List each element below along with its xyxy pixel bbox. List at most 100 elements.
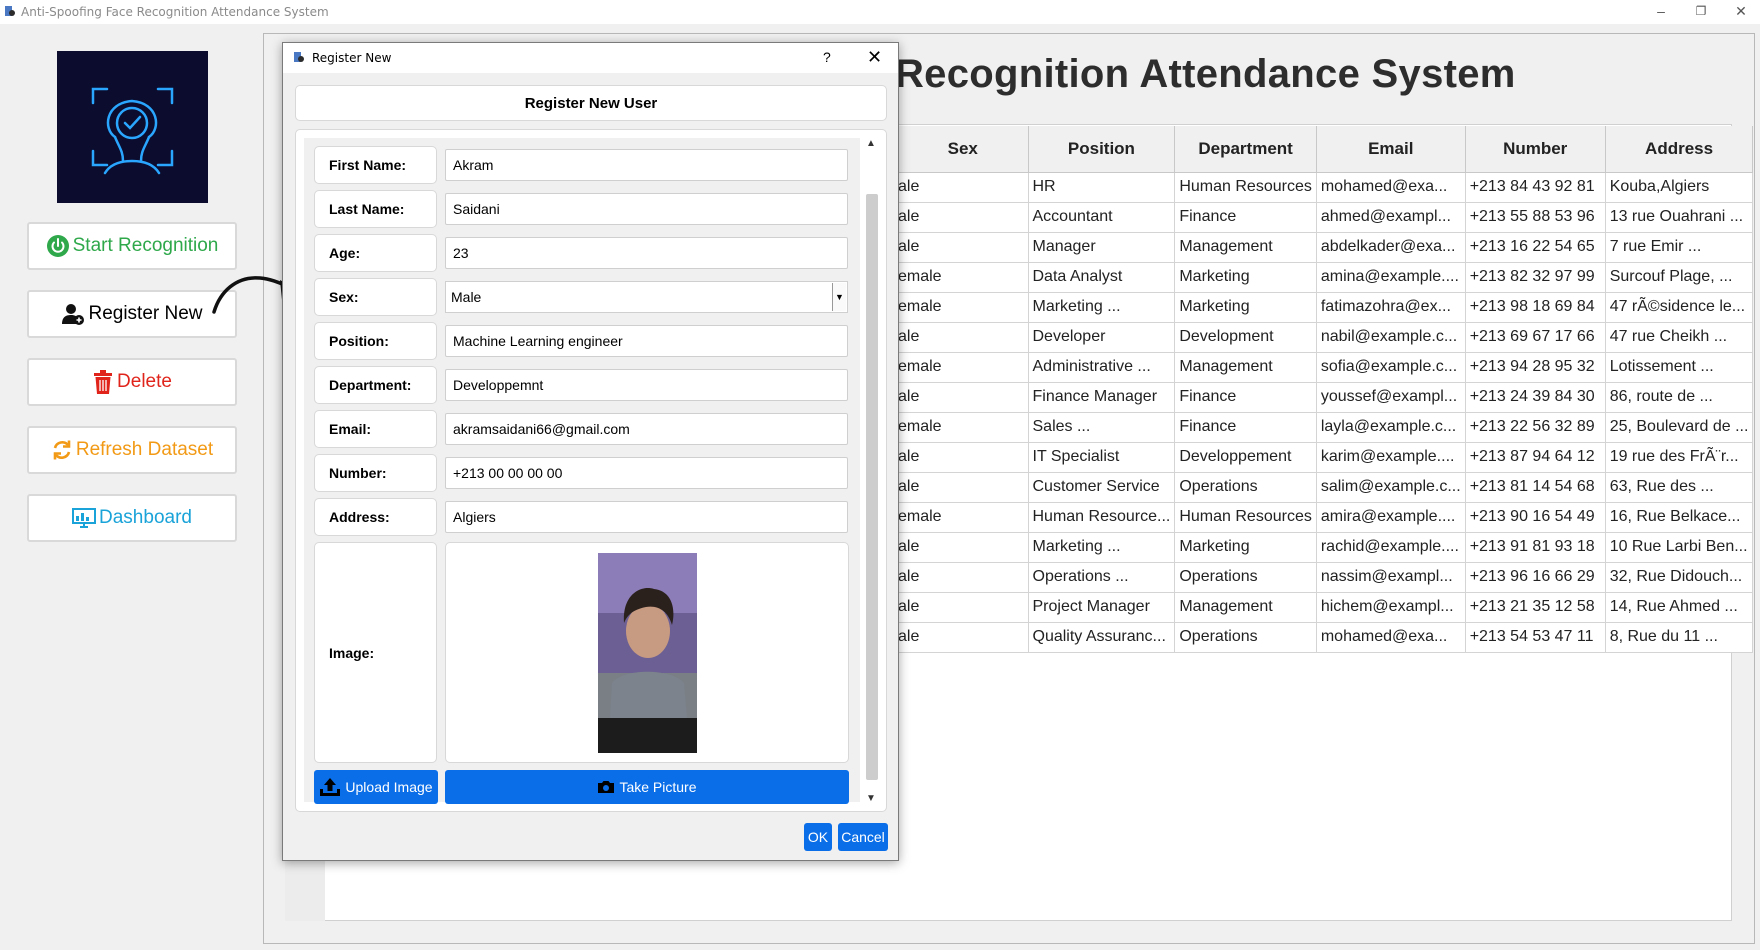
table-row[interactable]: ale Operations ... Operations nassim@exampl… [898,562,1754,593]
table-row[interactable]: ale Finance Manager Finance youssef@exampl.… [898,382,1754,413]
table-cell-department: Operations [1174,472,1317,503]
department-input[interactable] [445,369,848,401]
table-row[interactable]: emale Data Analyst Marketing amina@example.… [898,262,1754,293]
window-close-button[interactable]: ✕ [1730,2,1752,20]
table-cell-email: salim@example.c... [1316,472,1466,503]
table-cell-sex: ale [898,232,1029,263]
address-input[interactable] [445,501,848,533]
dialog-header: Register New User [295,85,887,121]
column-header-number[interactable]: Number [1465,126,1606,173]
column-header-department[interactable]: Department [1174,126,1317,173]
table-cell-department: Marketing [1174,262,1317,293]
column-header-address[interactable]: Address [1605,126,1754,173]
table-cell-address: Surcouf Plage, ... [1605,262,1754,293]
table-cell-address: 47 rue Cheikh ... [1605,322,1754,353]
register-dialog: Register New ? ✕ Register New User ▲ ▼ F… [282,42,899,861]
refresh-dataset-button[interactable]: Refresh Dataset [27,426,237,474]
table-cell-email: karim@example.... [1316,442,1466,473]
table-cell-address: 32, Rue Didouch... [1605,562,1754,593]
table-cell-department: Management [1174,352,1317,383]
upload-image-label: Upload Image [345,779,433,795]
table-row[interactable]: ale Accountant Finance ahmed@exampl... +213 … [898,202,1754,233]
register-new-label: Register New [88,303,203,324]
first-name-input[interactable] [445,149,848,181]
table-cell-number: +213 87 94 64 12 [1465,442,1606,473]
take-picture-button[interactable]: Take Picture [445,770,849,804]
table-row[interactable]: emale Sales ... Finance layla@example.c... +… [898,412,1754,443]
column-header-email[interactable]: Email [1316,126,1466,173]
table-row[interactable]: emale Marketing ... Marketing fatimazohra@e… [898,292,1754,323]
email-input[interactable] [445,413,848,445]
dashboard-label: Dashboard [99,507,192,528]
table-cell-sex: ale [898,562,1029,593]
table-cell-sex: ale [898,172,1029,203]
table-row[interactable]: ale Developer Development nabil@example.c..… [898,322,1754,353]
scrollbar-thumb[interactable] [866,194,878,780]
table-cell-sex: ale [898,532,1029,563]
upload-image-button[interactable]: Upload Image [314,770,438,804]
restore-button[interactable]: ❐ [1690,2,1712,20]
table-cell-department: Finance [1174,382,1317,413]
table-cell-department: Management [1174,592,1317,623]
take-picture-label: Take Picture [619,779,697,795]
column-header-sex[interactable]: Sex [898,126,1029,173]
table-row[interactable]: ale Quality Assuranc... Operations mohamed@… [898,622,1754,653]
table-cell-address: 13 rue Ouahrani ... [1605,202,1754,233]
table-cell-number: +213 54 53 47 11 [1465,622,1606,653]
table-cell-address: Lotissement ... [1605,352,1754,383]
table-row[interactable]: emale Human Resource... Human Resources ami… [898,502,1754,533]
table-row[interactable]: emale Administrative ... Management sofia@e… [898,352,1754,383]
dashboard-button[interactable]: Dashboard [27,494,237,542]
table-cell-email: fatimazohra@ex... [1316,292,1466,323]
scroll-down-icon[interactable]: ▼ [866,793,876,804]
face-scan-icon [91,87,174,175]
table-cell-number: +213 69 67 17 66 [1465,322,1606,353]
help-button[interactable]: ? [823,49,831,65]
cancel-button[interactable]: Cancel [838,823,888,851]
table-row[interactable]: ale Customer Service Operations salim@examp… [898,472,1754,503]
table-cell-address: 7 rue Emir ... [1605,232,1754,263]
scroll-up-icon[interactable]: ▲ [866,138,876,149]
position-input[interactable] [445,325,848,357]
column-header-position[interactable]: Position [1028,126,1176,173]
table-cell-position: Administrative ... [1028,352,1176,383]
window-titlebar: Anti-Spoofing Face Recognition Attendanc… [0,0,1760,24]
dropdown-arrow-icon[interactable]: ▼ [832,283,846,311]
table-cell-department: Marketing [1174,532,1317,563]
form-scrollbar[interactable]: ▲ ▼ [862,134,880,808]
last-name-input[interactable] [445,193,848,225]
sex-select[interactable]: Male ▼ [445,281,848,313]
table-cell-department: Operations [1174,562,1317,593]
dialog-title: Register New [312,51,392,65]
table-cell-email: ahmed@exampl... [1316,202,1466,233]
table-cell-address: 19 rue des FrÃ¨r... [1605,442,1754,473]
table-row[interactable]: ale IT Specialist Developpement karim@examp… [898,442,1754,473]
table-row[interactable]: ale Manager Management abdelkader@exa... +21… [898,232,1754,263]
position-label: Position: [314,322,437,360]
dialog-titlebar: Register New ? ✕ [283,43,898,73]
table-cell-position: Customer Service [1028,472,1176,503]
dialog-close-button[interactable]: ✕ [867,47,882,68]
user-add-icon [62,304,85,325]
table-cell-sex: ale [898,382,1029,413]
user-photo-illustration [598,553,697,753]
power-icon [46,235,69,257]
table-cell-sex: ale [898,202,1029,233]
delete-button[interactable]: Delete [27,358,237,406]
number-input[interactable] [445,457,848,489]
table-cell-email: mohamed@exa... [1316,172,1466,203]
table-cell-number: +213 55 88 53 96 [1465,202,1606,233]
table-cell-position: Data Analyst [1028,262,1176,293]
table-cell-number: +213 82 32 97 99 [1465,262,1606,293]
table-row[interactable]: ale Project Manager Management hichem@examp… [898,592,1754,623]
register-new-button[interactable]: Register New [27,290,237,338]
age-input[interactable] [445,237,848,269]
table-row[interactable]: ale Marketing ... Marketing rachid@example.… [898,532,1754,563]
sex-label: Sex: [314,278,437,316]
table-cell-department: Human Resources [1174,172,1317,203]
start-recognition-button[interactable]: Start Recognition [27,222,237,270]
table-cell-position: Marketing ... [1028,532,1176,563]
minimize-button[interactable]: – [1650,2,1672,20]
table-row[interactable]: ale HR Human Resources mohamed@exa... +213 8… [898,172,1754,203]
ok-button[interactable]: OK [804,823,832,851]
